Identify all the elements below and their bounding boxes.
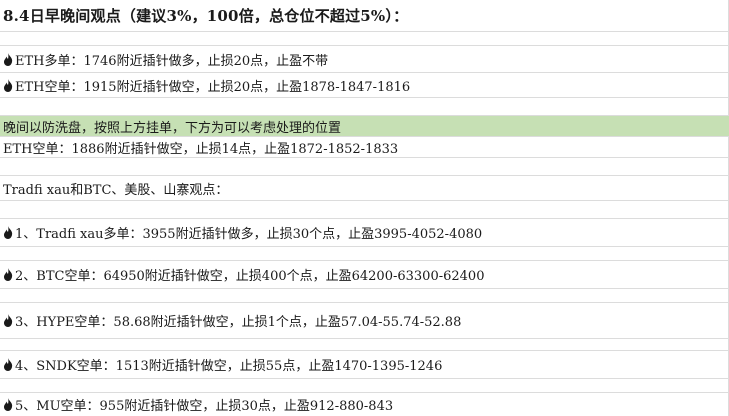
signal-text: 4、SNDK空单：1513附近插针做空，止损55点，止盈1470-1395-12… [15, 359, 443, 374]
signal-row: ETH空单：1886附近插针做空，止损14点，止盈1872-1852-1833 [0, 137, 729, 158]
section-row: Tradfi xau和BTC、美股、山寨观点： [0, 176, 729, 201]
signal-text: 1、Tradfi xau多单：3955附近插针做多，止损30个点，止盈3995-… [15, 227, 483, 242]
fire-icon [3, 226, 13, 239]
signal-text: ETH多单：1746附近插针做多，止损20点，止盈不带 [15, 53, 329, 69]
blank-row [0, 339, 729, 351]
signal-text: 3、HYPE空单：58.68附近插针做空，止损1个点，止盈57.04-55.74… [15, 315, 462, 330]
blank-row [0, 201, 729, 219]
fire-icon [3, 358, 13, 371]
blank-row [0, 247, 729, 261]
fire-icon [3, 78, 13, 92]
signal-text: 5、MU空单：955附近插针做空，止损30点，止盈912-880-843 [15, 399, 394, 414]
signal-row: 4、SNDK空单：1513附近插针做空，止损55点，止盈1470-1395-12… [0, 351, 729, 379]
title-row: 8.4日早晚间观点（建议3%，100倍，总仓位不超过5%）： [0, 0, 729, 32]
fire-icon [3, 398, 13, 411]
blank-row [0, 98, 729, 116]
spreadsheet: 8.4日早晚间观点（建议3%，100倍，总仓位不超过5%）： ETH多单：174… [0, 0, 729, 416]
fire-icon [3, 268, 13, 281]
signal-text: ETH空单：1886附近插针做空，止损14点，止盈1872-1852-1833 [3, 141, 399, 157]
signal-row: ETH多单：1746附近插针做多，止损20点，止盈不带 [0, 46, 729, 73]
note-text: 晚间以防洗盘，按照上方挂单，下方为可以考虑处理的位置 [3, 120, 342, 136]
blank-row [0, 289, 729, 303]
page-title: 8.4日早晚间观点（建议3%，100倍，总仓位不超过5%）： [3, 7, 409, 25]
note-row: 晚间以防洗盘，按照上方挂单，下方为可以考虑处理的位置 [0, 116, 729, 137]
fire-icon [3, 314, 13, 327]
signal-row: 3、HYPE空单：58.68附近插针做空，止损1个点，止盈57.04-55.74… [0, 303, 729, 339]
signal-text: ETH空单：1915附近插针做空，止损20点，止盈1878-1847-1816 [15, 79, 411, 95]
signal-text: 2、BTC空单：64950附近插针做空，止损400个点，止盈64200-6330… [15, 269, 485, 284]
fire-icon [3, 52, 13, 66]
signal-row: ETH空单：1915附近插针做空，止损20点，止盈1878-1847-1816 [0, 73, 729, 98]
signal-row: 5、MU空单：955附近插针做空，止损30点，止盈912-880-843 [0, 393, 729, 416]
section-heading: Tradfi xau和BTC、美股、山寨观点： [3, 182, 229, 198]
blank-row [0, 379, 729, 393]
blank-row [0, 158, 729, 176]
signal-row: 2、BTC空单：64950附近插针做空，止损400个点，止盈64200-6330… [0, 261, 729, 289]
signal-row: 1、Tradfi xau多单：3955附近插针做多，止损30个点，止盈3995-… [0, 219, 729, 247]
blank-row [0, 32, 729, 46]
